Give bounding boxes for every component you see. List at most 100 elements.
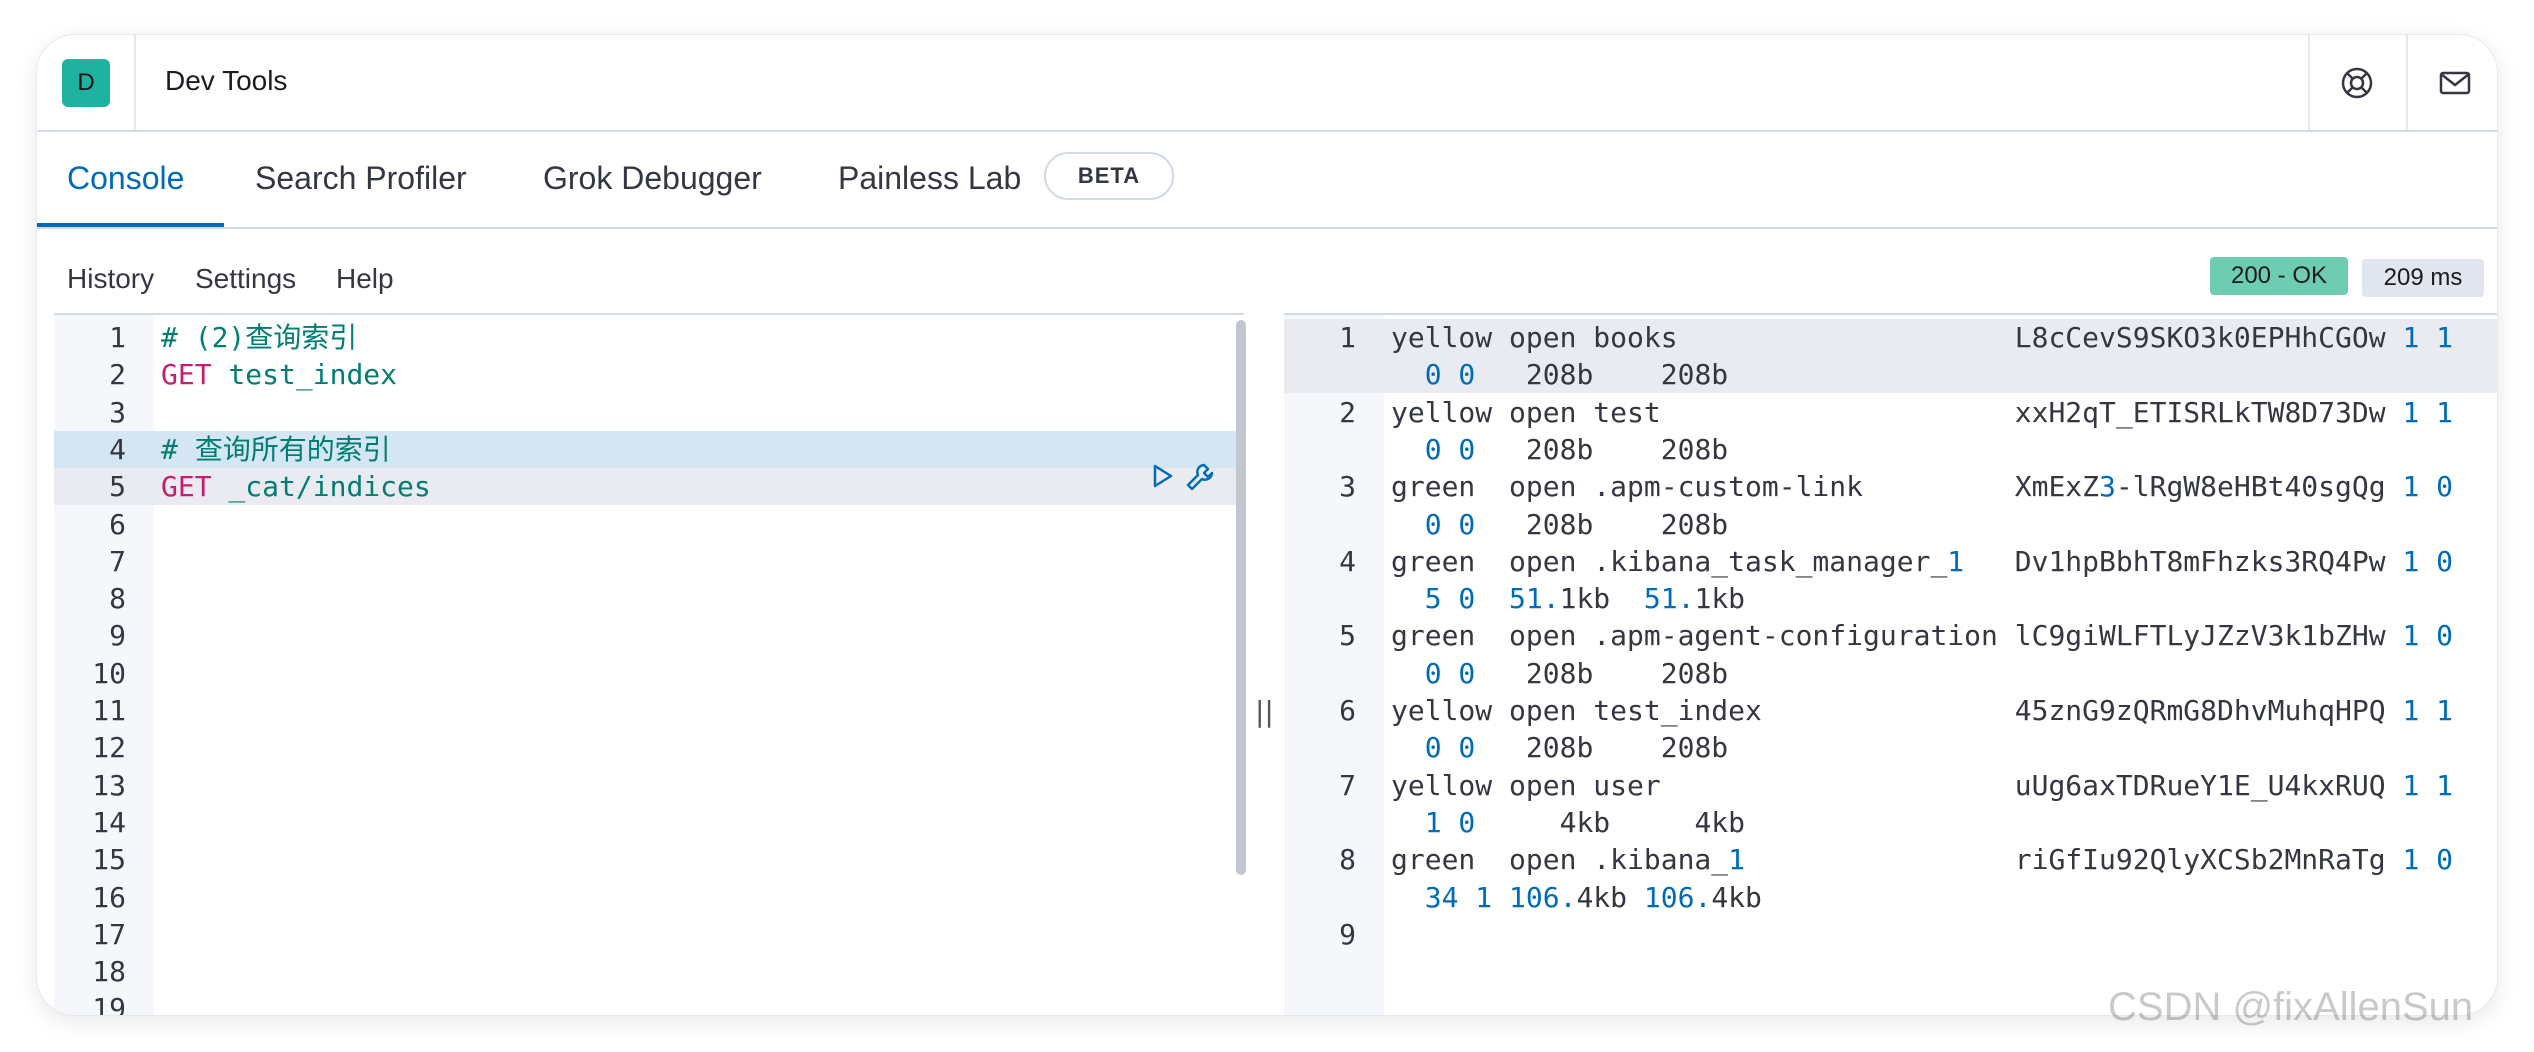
dev-tools-window: D Dev Tools Console Search Profiler Grok… [37,35,2497,1015]
code-line: 11 [54,692,1244,729]
response-editor: 1 yellow open books L8cCevS9SKO3k0EPHhCGO… [1284,313,2497,1015]
header-divider [2308,35,2310,130]
line-number: 15 [92,843,126,877]
beta-badge: BETA [1044,152,1174,200]
line-number: 9 [1339,917,1356,951]
code-token: 1 0 [2402,470,2454,504]
line-code: 0 0 208b 208b [1391,431,1728,468]
watermark: CSDN @fixAllenSun [2108,985,2474,1029]
code-token: 1 1 [2402,395,2454,429]
code-token: GET [161,358,212,392]
code-line: 5 0 51.1kb 51.1kb [1284,580,2497,617]
line-code: 0 0 208b 208b [1391,356,1728,393]
code-line: 15 [54,841,1244,878]
header-divider [134,35,136,130]
run-request-icon[interactable] [1152,463,1174,489]
code-line: 9 [54,617,1244,654]
request-time-badge: 209 ms [2362,259,2484,297]
app-logo[interactable]: D [62,59,110,107]
code-line: 6 yellow open test_index 45znG9zQRmG8DhvM… [1284,692,2497,729]
code-line: 2 yellow open test xxH2qT_ETISRLkTW8D73Dw… [1284,394,2497,431]
code-token: 51. [1643,582,1695,616]
code-token: green open .kibana_ [1391,843,1729,877]
history-link[interactable]: History [67,263,154,295]
code-token: 3 [2099,470,2116,504]
line-code: 5 0 51.1kb 51.1kb [1391,580,1745,617]
code-token: 4kb 4kb [1475,805,1746,839]
line-number: 17 [92,917,126,951]
tab-console[interactable]: Console [67,160,184,197]
code-line: 19 [54,990,1244,1015]
code-token: 34 1 [1424,880,1493,914]
code-token: 208b 208b [1475,507,1729,541]
code-line: 13 [54,767,1244,804]
code-token: yellow open test xxH2qT_ETISRLkTW8D73Dw [1391,395,2403,429]
request-editor-scrollbar[interactable] [1236,320,1246,875]
line-number: 2 [109,358,126,392]
code-token: GET [161,470,212,504]
line-number: 6 [109,507,126,541]
help-link[interactable]: Help [336,263,394,295]
code-line: 5 GET _cat/indices [54,468,1244,505]
code-line: 0 0 208b 208b [1284,655,2497,692]
line-number: 8 [109,582,126,616]
code-token: 1 1 [2402,321,2454,354]
code-token: 0 0 [1424,731,1476,765]
help-icon[interactable] [2339,65,2375,101]
line-code: yellow open test_index 45znG9zQRmG8DhvMu… [1391,692,2453,729]
line-number: 1 [109,321,126,354]
line-number: 9 [109,619,126,653]
code-token: 1 [1947,544,1965,578]
code-token: 1kb [1694,582,1746,616]
request-editor[interactable]: 1 # (2)查询索引 2 GET test_index 3 4 # 查询所有的索引 5 GET… [54,313,1244,1015]
code-token: 208b 208b [1475,656,1729,690]
panel-resize-handle[interactable]: || [1255,695,1274,728]
code-line: 16 [54,879,1244,916]
code-line: 9 [1284,916,2497,953]
line-number: 4 [109,432,126,466]
tab-search-profiler[interactable]: Search Profiler [255,160,467,197]
code-token: 1 1 [2402,694,2454,727]
line-code: 0 0 208b 208b [1391,506,1728,543]
line-number: 12 [92,731,126,765]
code-line: 14 [54,804,1244,841]
code-line: 10 [54,655,1244,692]
code-line: 0 0 208b 208b [1284,431,2497,468]
line-number: 8 [1339,843,1356,877]
header-divider [2406,35,2408,130]
code-token: 4kb [1711,880,1762,914]
line-number: 11 [92,694,126,727]
line-code: 0 0 208b 208b [1391,655,1728,692]
code-token: 0 0 [1424,358,1476,392]
code-token: 208b 208b [1475,432,1729,466]
mail-icon[interactable] [2437,65,2473,101]
code-line: 8 green open .kibana_1 riGfIu92QlyXCSb2Mn… [1284,841,2497,878]
line-code: GET _cat/indices [161,468,431,505]
wrench-icon[interactable] [1184,461,1216,493]
tab-grok-debugger[interactable]: Grok Debugger [543,160,762,197]
code-token: 1 0 [2402,843,2454,877]
line-number: 5 [1339,619,1356,653]
code-token: 1 0 [2402,544,2454,578]
tab-painless-lab[interactable]: Painless Lab [838,160,1021,197]
code-line: 3 green open .apm-custom-link XmExZ3-lRgW… [1284,468,2497,505]
status-badge: 200 - OK [2210,257,2348,295]
code-line: 1 # (2)查询索引 [54,319,1244,356]
page-title: Dev Tools [165,65,288,96]
line-code: green open .kibana_task_manager_1 Dv1hpB… [1391,543,2453,580]
code-line: 17 [54,916,1244,953]
line-code: yellow open test xxH2qT_ETISRLkTW8D73Dw … [1391,394,2453,431]
line-number: 4 [1339,544,1356,578]
settings-link[interactable]: Settings [195,263,296,295]
code-line: 18 [54,953,1244,990]
line-code: 34 1 106.4kb 106.4kb [1391,879,1762,916]
line-code: 0 0 208b 208b [1391,729,1728,766]
line-number: 10 [92,656,126,690]
